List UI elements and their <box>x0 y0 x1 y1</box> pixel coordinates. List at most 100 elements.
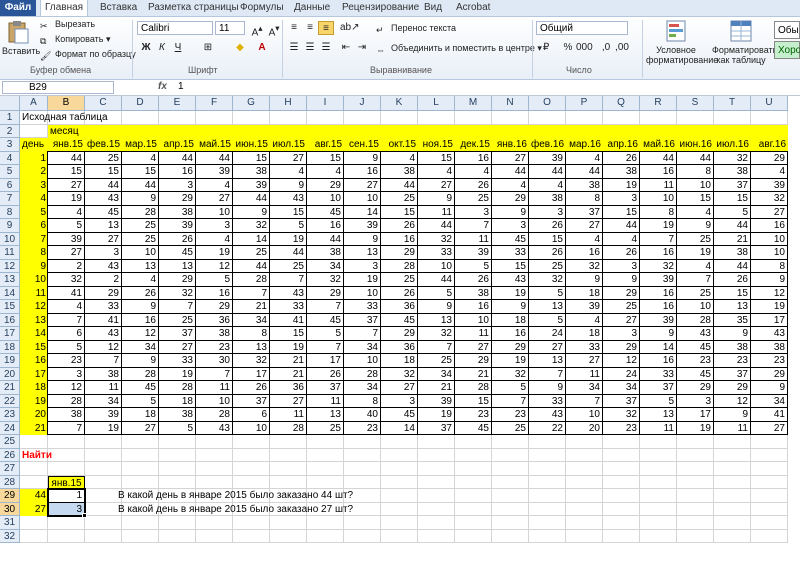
data-cell[interactable]: 10 <box>418 259 455 273</box>
grid-cell[interactable] <box>603 435 640 449</box>
grid-cell[interactable] <box>677 462 714 476</box>
data-cell[interactable]: 44 <box>603 219 640 233</box>
row-header-13[interactable]: 13 <box>0 273 20 287</box>
grid-cell[interactable] <box>714 516 751 530</box>
grid-cell[interactable] <box>677 489 714 503</box>
data-cell[interactable]: 45 <box>492 232 529 246</box>
data-cell[interactable]: 21 <box>270 354 307 368</box>
data-cell[interactable]: 16 <box>492 327 529 341</box>
data-cell[interactable]: 32 <box>307 273 344 287</box>
grid-cell[interactable] <box>640 435 677 449</box>
data-cell[interactable]: 10 <box>455 313 492 327</box>
data-cell[interactable]: 25 <box>159 313 196 327</box>
data-cell[interactable]: 36 <box>381 340 418 354</box>
grid-cell[interactable] <box>20 529 48 543</box>
grid-cell[interactable] <box>233 111 270 125</box>
data-cell[interactable]: 38 <box>233 165 270 179</box>
copy-button[interactable]: ⧉ Копировать ▾ <box>40 34 111 47</box>
grid-cell[interactable] <box>270 435 307 449</box>
data-cell[interactable]: 43 <box>196 421 233 435</box>
data-cell[interactable]: 28 <box>48 394 85 408</box>
align-right-icon[interactable]: ☰ <box>318 41 334 55</box>
data-cell[interactable]: 37 <box>159 327 196 341</box>
data-cell[interactable]: 28 <box>677 313 714 327</box>
tab-formulas[interactable]: Формулы <box>236 0 288 16</box>
data-cell[interactable]: 15 <box>270 327 307 341</box>
data-cell[interactable]: 39 <box>566 300 603 314</box>
data-cell[interactable]: 28 <box>122 205 159 219</box>
column-header-n[interactable]: N <box>492 96 529 111</box>
data-cell[interactable]: 28 <box>122 367 159 381</box>
data-cell[interactable]: 36 <box>270 381 307 395</box>
data-cell[interactable]: 3 <box>529 205 566 219</box>
grid-cell[interactable] <box>492 111 529 125</box>
data-cell[interactable]: 37 <box>307 381 344 395</box>
row-header-9[interactable]: 9 <box>0 219 20 233</box>
data-cell[interactable]: 11 <box>714 421 751 435</box>
grid-cell[interactable] <box>603 475 640 489</box>
grid-cell[interactable] <box>529 489 566 503</box>
tab-home[interactable]: Главная <box>40 0 89 16</box>
data-cell[interactable]: 21 <box>714 232 751 246</box>
grid-cell[interactable] <box>233 516 270 530</box>
data-cell[interactable]: 25 <box>85 151 122 165</box>
data-cell[interactable]: 9 <box>492 300 529 314</box>
data-cell[interactable]: 10 <box>751 232 788 246</box>
data-cell[interactable]: 7 <box>48 421 85 435</box>
grid-cell[interactable] <box>492 475 529 489</box>
data-cell[interactable]: 17 <box>307 354 344 368</box>
merge-center-button[interactable]: ⇔ Объединить и поместить в центре ▾ <box>376 43 542 56</box>
data-cell[interactable]: 27 <box>122 421 159 435</box>
data-cell[interactable]: 43 <box>677 327 714 341</box>
data-cell[interactable]: 27 <box>85 232 122 246</box>
data-cell[interactable]: 32 <box>714 151 751 165</box>
data-cell[interactable]: 44 <box>418 219 455 233</box>
grid-cell[interactable] <box>381 448 418 462</box>
data-cell[interactable]: 34 <box>122 340 159 354</box>
data-cell[interactable]: 11 <box>455 232 492 246</box>
data-cell[interactable]: 5 <box>122 394 159 408</box>
data-cell[interactable]: 39 <box>344 219 381 233</box>
grid-cell[interactable] <box>344 435 381 449</box>
data-cell[interactable]: 44 <box>640 151 677 165</box>
data-cell[interactable]: 14 <box>381 421 418 435</box>
grid-cell[interactable] <box>20 475 48 489</box>
data-cell[interactable]: 26 <box>122 286 159 300</box>
grid-cell[interactable] <box>529 502 566 516</box>
data-cell[interactable]: 34 <box>307 259 344 273</box>
data-cell[interactable]: 25 <box>492 421 529 435</box>
grid-cell[interactable] <box>418 435 455 449</box>
data-cell[interactable]: 10 <box>566 408 603 422</box>
grid-cell[interactable] <box>455 448 492 462</box>
number-format-select[interactable]: Общий <box>536 21 628 35</box>
grid-cell[interactable] <box>492 448 529 462</box>
data-cell[interactable]: 15 <box>48 165 85 179</box>
data-cell[interactable]: 15 <box>492 259 529 273</box>
grid-cell[interactable] <box>307 529 344 543</box>
data-cell[interactable]: 39 <box>196 165 233 179</box>
grid-cell[interactable] <box>566 435 603 449</box>
row-header-19[interactable]: 19 <box>0 354 20 368</box>
grid-cell[interactable] <box>418 448 455 462</box>
grid-cell[interactable] <box>418 489 455 503</box>
data-cell[interactable]: 27 <box>566 354 603 368</box>
data-cell[interactable]: 27 <box>492 151 529 165</box>
data-cell[interactable]: 41 <box>270 313 307 327</box>
data-cell[interactable]: 4 <box>492 178 529 192</box>
data-cell[interactable]: 45 <box>677 340 714 354</box>
grid-cell[interactable] <box>603 448 640 462</box>
row-header-2[interactable]: 2 <box>0 124 20 138</box>
data-cell[interactable]: 26 <box>233 381 270 395</box>
row-header-22[interactable]: 22 <box>0 394 20 408</box>
grid-cell[interactable] <box>270 529 307 543</box>
data-cell[interactable]: 27 <box>751 205 788 219</box>
data-cell[interactable]: 8 <box>233 327 270 341</box>
data-cell[interactable]: 25 <box>122 232 159 246</box>
row-header-7[interactable]: 7 <box>0 192 20 206</box>
grid-cell[interactable] <box>677 435 714 449</box>
data-cell[interactable]: 39 <box>48 232 85 246</box>
data-cell[interactable]: 33 <box>270 300 307 314</box>
data-cell[interactable]: 4 <box>196 232 233 246</box>
data-cell[interactable]: 44 <box>492 165 529 179</box>
grid-cell[interactable] <box>455 111 492 125</box>
